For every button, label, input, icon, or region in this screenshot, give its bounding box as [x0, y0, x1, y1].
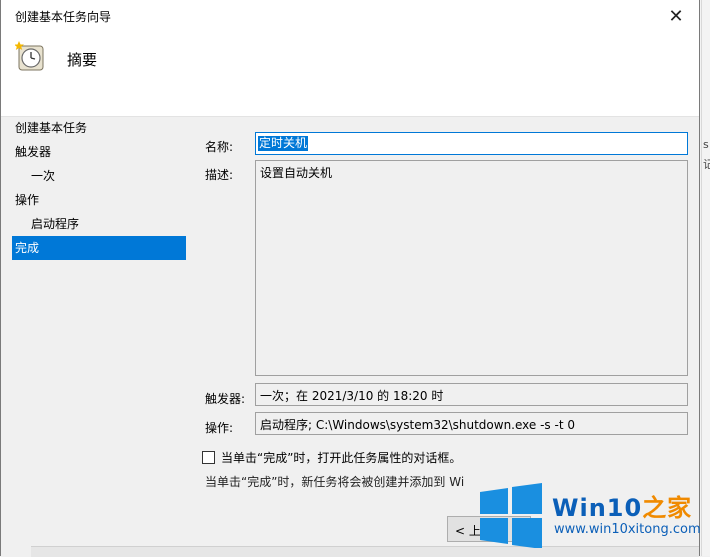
- window-title: 创建基本任务向导: [15, 10, 112, 24]
- open-properties-checkbox[interactable]: [202, 451, 215, 464]
- wizard-window: 创建基本任务向导 ✕ 摘要 创建基本任务 触发器 一次 操作 启动程序 完成 名…: [0, 0, 700, 557]
- step-start-program[interactable]: 启动程序: [12, 212, 186, 236]
- wizard-step-list: 创建基本任务 触发器 一次 操作 启动程序 完成: [12, 116, 186, 260]
- action-summary: 启动程序; C:\Windows\system32\shutdown.exe -…: [255, 412, 688, 435]
- step-create-basic-task[interactable]: 创建基本任务: [12, 116, 186, 140]
- background-text: s: [703, 138, 709, 151]
- task-name-input[interactable]: 定时关机: [255, 132, 688, 155]
- background-divider: [701, 0, 702, 556]
- step-action[interactable]: 操作: [12, 188, 186, 212]
- watermark-url: www.win10xitong.com: [554, 522, 701, 537]
- trigger-summary: 一次；在 2021/3/10 的 18:20 时: [255, 383, 688, 406]
- watermark-brand-main: Win10: [552, 494, 643, 522]
- task-name-value: 定时关机: [258, 136, 309, 151]
- watermark-brand: Win10之家: [552, 488, 692, 523]
- open-properties-label[interactable]: 当单击“完成”时，打开此任务属性的对话框。: [221, 449, 461, 466]
- close-button[interactable]: ✕: [653, 0, 699, 32]
- scheduled-task-clock-icon: [15, 41, 44, 71]
- watermark-brand-accent: 之家: [642, 494, 693, 522]
- step-once[interactable]: 一次: [12, 164, 186, 188]
- watermark: Win10之家 www.win10xitong.com: [478, 480, 710, 556]
- wizard-header: 摘要: [1, 32, 699, 117]
- background-app-fragment: s 记: [700, 0, 710, 556]
- description-field[interactable]: 设置自动关机: [255, 160, 688, 376]
- step-finish[interactable]: 完成: [12, 236, 186, 260]
- trigger-label: 触发器:: [205, 392, 246, 406]
- page-title: 摘要: [67, 51, 98, 69]
- close-icon: ✕: [668, 5, 684, 27]
- description-label: 描述:: [205, 168, 234, 182]
- action-label: 操作:: [205, 421, 234, 435]
- finish-info-text: 当单击“完成”时，新任务将会被创建并添加到 Wi: [205, 475, 465, 489]
- step-trigger[interactable]: 触发器: [12, 140, 186, 164]
- name-label: 名称:: [205, 140, 234, 154]
- windows-logo-icon: [480, 483, 542, 548]
- background-text: 记: [703, 158, 710, 171]
- title-bar[interactable]: 创建基本任务向导 ✕: [1, 0, 699, 32]
